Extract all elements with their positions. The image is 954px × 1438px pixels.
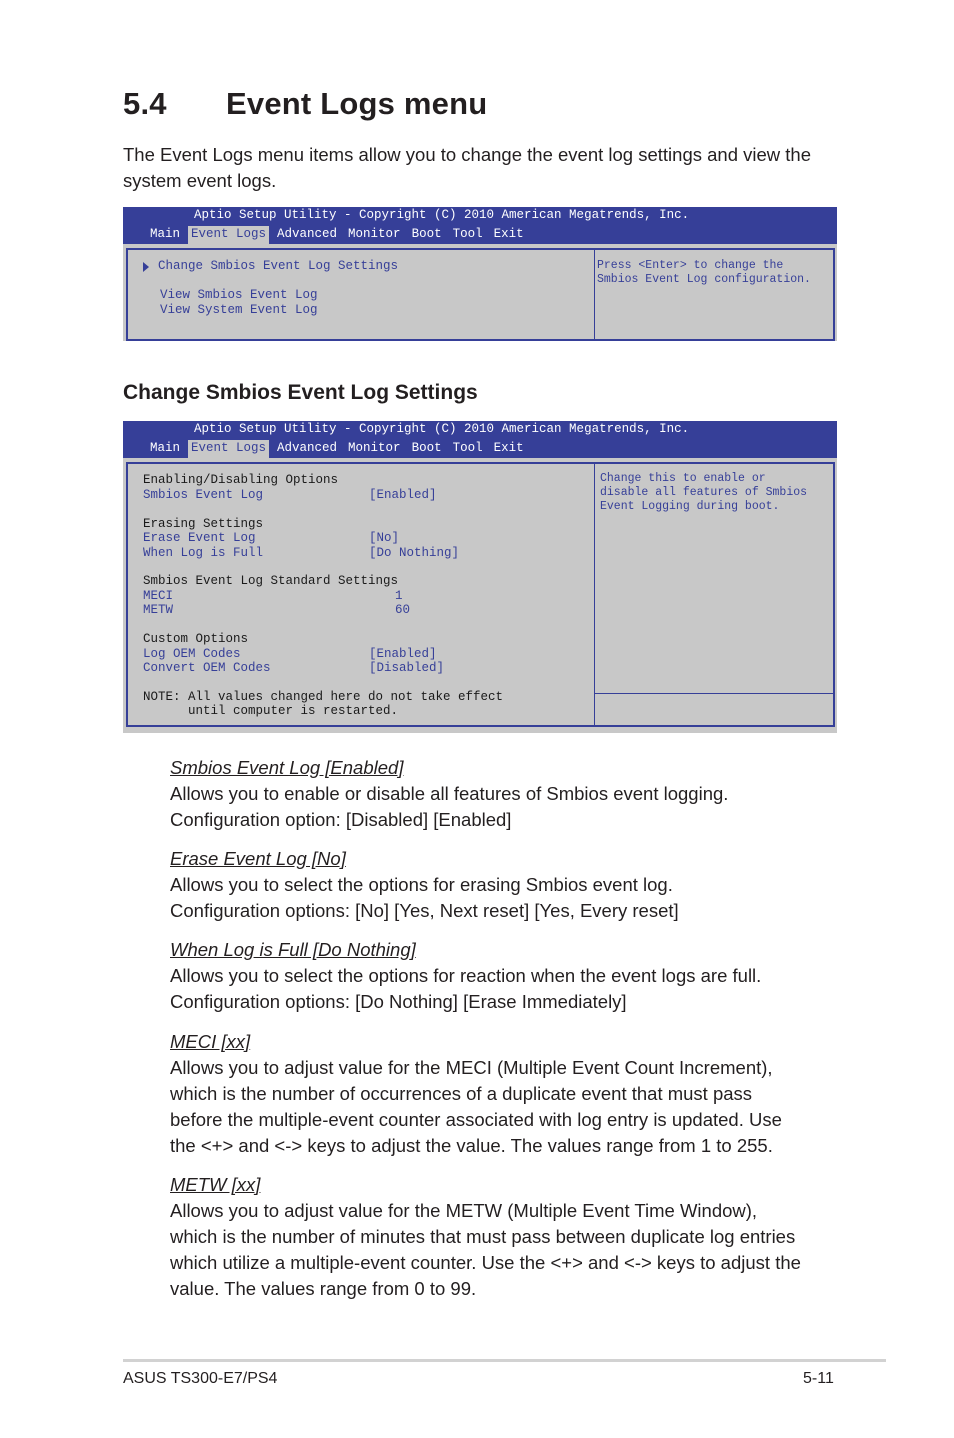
section-name: Event Logs menu xyxy=(226,86,488,121)
description-text: the <+> and <-> keys to adjust the value… xyxy=(170,1135,773,1156)
tab-tool[interactable]: Tool xyxy=(450,440,486,458)
footer-product-name: ASUS TS300-E7/PS4 xyxy=(123,1370,278,1387)
description-text: Allows you to select the options for era… xyxy=(170,874,673,895)
description-when-log-full: When Log is Full [Do Nothing] Allows you… xyxy=(170,937,850,1015)
setting-value-metw[interactable]: 60 xyxy=(395,603,410,617)
description-smbios-event-log: Smbios Event Log [Enabled] Allows you to… xyxy=(170,755,850,833)
description-text: before the multiple-event counter associ… xyxy=(170,1109,782,1130)
setting-label-erase-event-log[interactable]: Erase Event Log xyxy=(143,531,256,545)
help-text-line: Change this to enable or xyxy=(600,472,766,485)
intro-paragraph: The Event Logs menu items allow you to c… xyxy=(123,144,811,191)
description-text: Configuration options: [No] [Yes, Next r… xyxy=(170,900,679,921)
bios-content-frame: Change Smbios Event Log Settings View Sm… xyxy=(126,248,835,341)
description-heading: MECI [xx] xyxy=(170,1031,251,1052)
bios-menu-pane: Change Smbios Event Log Settings View Sm… xyxy=(128,250,595,339)
tab-event-logs[interactable]: Event Logs xyxy=(188,440,270,458)
tab-boot[interactable]: Boot xyxy=(409,440,445,458)
setting-value-meci[interactable]: 1 xyxy=(395,589,403,603)
tab-monitor[interactable]: Monitor xyxy=(345,440,404,458)
description-text: value. The values range from 0 to 99. xyxy=(170,1278,477,1299)
setting-label-smbios-event-log[interactable]: Smbios Event Log xyxy=(143,488,263,502)
tab-event-logs[interactable]: Event Logs xyxy=(188,226,270,244)
bios-header: Aptio Setup Utility - Copyright (C) 2010… xyxy=(123,207,837,244)
setting-value-when-log-full[interactable]: [Do Nothing] xyxy=(369,546,459,560)
group-label: Custom Options xyxy=(143,632,249,646)
description-erase-event-log: Erase Event Log [No] Allows you to selec… xyxy=(170,846,850,924)
help-text-line: disable all features of Smbios xyxy=(600,486,808,499)
setting-value-smbios-event-log[interactable]: [Enabled] xyxy=(369,488,437,502)
setting-label-metw[interactable]: METW xyxy=(143,603,173,617)
description-text: which is the number of minutes that must… xyxy=(170,1226,796,1247)
tab-tool[interactable]: Tool xyxy=(450,226,486,244)
description-heading: Smbios Event Log [Enabled] xyxy=(170,757,404,778)
section-number: 5.4 xyxy=(123,86,167,121)
bios-help-pane: Press <Enter> to change the Smbios Event… xyxy=(595,250,833,339)
description-meci: MECI [xx] Allows you to adjust value for… xyxy=(170,1029,850,1159)
tab-exit[interactable]: Exit xyxy=(491,440,527,458)
tab-monitor[interactable]: Monitor xyxy=(345,226,404,244)
bios-tab-bar: Main Event Logs Advanced Monitor Boot To… xyxy=(147,226,532,244)
setting-label-when-log-full[interactable]: When Log is Full xyxy=(143,546,263,560)
help-pane-divider xyxy=(595,693,833,694)
bios-tab-bar: Main Event Logs Advanced Monitor Boot To… xyxy=(147,440,532,458)
tab-advanced[interactable]: Advanced xyxy=(274,226,340,244)
bios-copyright: Aptio Setup Utility - Copyright (C) 2010… xyxy=(194,208,690,222)
subsection-title: Change Smbios Event Log Settings xyxy=(123,381,478,404)
help-text-line: Smbios Event Log configuration. xyxy=(597,273,811,286)
description-text: Configuration options: [Do Nothing] [Era… xyxy=(170,991,627,1012)
section-title: 5.4 Event Logs menu xyxy=(123,86,487,122)
bios-screen-smbios-settings: Aptio Setup Utility - Copyright (C) 2010… xyxy=(123,421,837,733)
description-text: which utilize a multiple-event counter. … xyxy=(170,1252,801,1273)
menu-item-view-system-log[interactable]: View System Event Log xyxy=(160,303,318,317)
description-heading: When Log is Full [Do Nothing] xyxy=(170,939,416,960)
footer-page-number: 5-11 xyxy=(803,1370,834,1387)
footer-divider xyxy=(123,1359,886,1362)
setting-value-erase-event-log[interactable]: [No] xyxy=(369,531,399,545)
menu-item-view-smbios-log[interactable]: View Smbios Event Log xyxy=(160,288,318,302)
description-text: Allows you to enable or disable all feat… xyxy=(170,783,729,804)
bios-header: Aptio Setup Utility - Copyright (C) 2010… xyxy=(123,421,837,458)
description-text: Allows you to select the options for rea… xyxy=(170,965,762,986)
help-text-line: Press <Enter> to change the xyxy=(597,259,784,272)
bios-help-pane: Change this to enable or disable all fea… xyxy=(595,464,833,725)
group-label: Erasing Settings xyxy=(143,517,264,531)
bios-settings-pane: Enabling/Disabling Options Smbios Event … xyxy=(128,464,595,725)
bios-copyright: Aptio Setup Utility - Copyright (C) 2010… xyxy=(194,422,690,436)
tab-boot[interactable]: Boot xyxy=(409,226,445,244)
setting-label-log-oem-codes[interactable]: Log OEM Codes xyxy=(143,647,241,661)
note-text: NOTE: All values changed here do not tak… xyxy=(143,690,504,704)
tab-main[interactable]: Main xyxy=(147,226,183,244)
setting-label-meci[interactable]: MECI xyxy=(143,589,173,603)
description-text: Allows you to adjust value for the MECI … xyxy=(170,1057,773,1078)
description-text: which is the number of occurrences of a … xyxy=(170,1083,753,1104)
description-text: Allows you to adjust value for the METW … xyxy=(170,1200,758,1221)
setting-value-convert-oem-codes[interactable]: [Disabled] xyxy=(369,661,444,675)
description-text: Configuration option: [Disabled] [Enable… xyxy=(170,809,512,830)
menu-item-change-smbios-settings[interactable]: Change Smbios Event Log Settings xyxy=(158,259,398,273)
description-heading: METW [xx] xyxy=(170,1174,261,1195)
submenu-arrow-icon xyxy=(143,262,149,272)
setting-value-log-oem-codes[interactable]: [Enabled] xyxy=(369,647,437,661)
note-text: until computer is restarted. xyxy=(143,704,399,718)
tab-exit[interactable]: Exit xyxy=(491,226,527,244)
setting-label-convert-oem-codes[interactable]: Convert OEM Codes xyxy=(143,661,271,675)
group-label: Smbios Event Log Standard Settings xyxy=(143,574,399,588)
tab-main[interactable]: Main xyxy=(147,440,183,458)
description-metw: METW [xx] Allows you to adjust value for… xyxy=(170,1172,850,1302)
bios-content-frame: Enabling/Disabling Options Smbios Event … xyxy=(126,462,835,727)
description-heading: Erase Event Log [No] xyxy=(170,848,346,869)
group-label: Enabling/Disabling Options xyxy=(143,473,339,487)
bios-screen-event-logs: Aptio Setup Utility - Copyright (C) 2010… xyxy=(123,207,837,341)
tab-advanced[interactable]: Advanced xyxy=(274,440,340,458)
help-text-line: Event Logging during boot. xyxy=(600,500,780,513)
